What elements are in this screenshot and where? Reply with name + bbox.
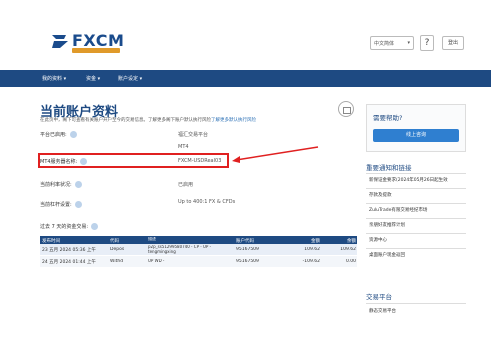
help-panel: 需要帮助? 线上咨询 — [366, 104, 466, 152]
notice-link[interactable]: 存款及提款 — [366, 188, 466, 203]
notice-link[interactable]: ZuluTrade有限交易经纪市场 — [366, 203, 466, 218]
help-title: 需要帮助? — [373, 114, 403, 122]
notice-link[interactable]: 新保证金要求(2024年05月26日起生效 — [366, 173, 466, 188]
trading-platform-link[interactable]: 静态交易平台 — [366, 303, 466, 318]
live-chat-button[interactable]: 线上咨询 — [373, 129, 459, 142]
notices-title: 重要通知和链接 — [366, 164, 412, 172]
notice-link[interactable]: 桌面账户现金返回 — [366, 248, 466, 263]
trading-platform-title: 交易平台 — [366, 293, 392, 301]
notices-list: 新保证金要求(2024年05月26日起生效 存款及提款 ZuluTrade有限交… — [366, 173, 466, 263]
notice-link[interactable]: 亲朋好友推荐计划 — [366, 218, 466, 233]
notice-link[interactable]: 资源中心 — [366, 233, 466, 248]
annotation-arrow — [232, 146, 319, 163]
